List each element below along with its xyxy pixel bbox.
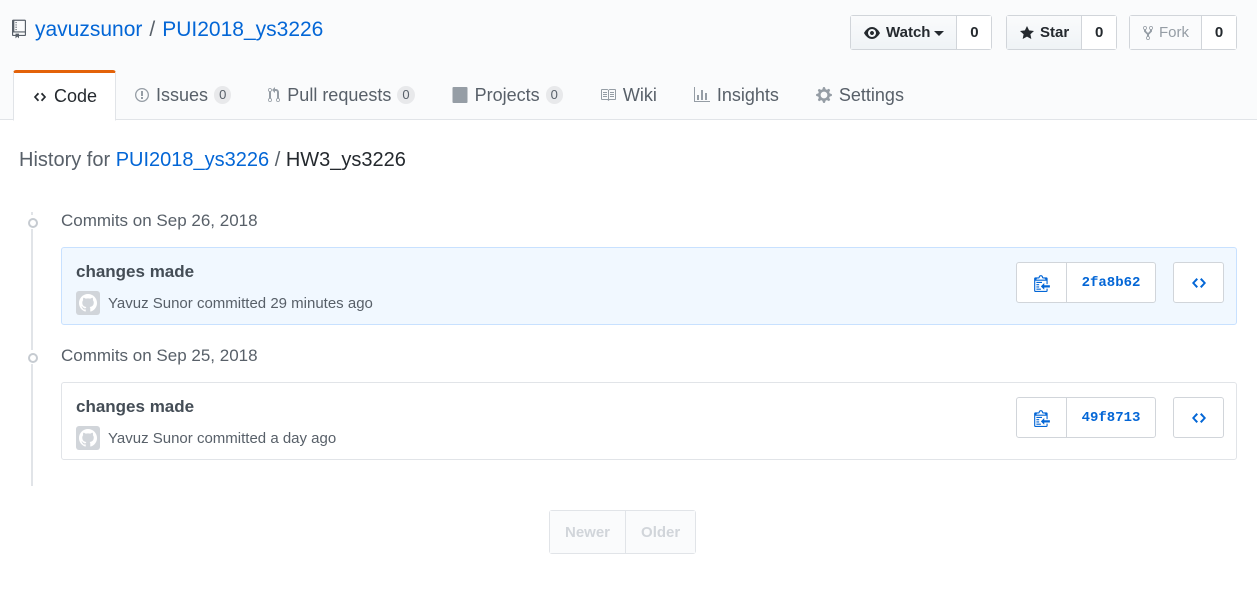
code-icon [1191,412,1206,423]
fork-label: Fork [1159,24,1189,41]
pagination: Newer Older [549,510,697,554]
history-separator: / [274,149,281,171]
repo-owner-link[interactable]: yavuzsunor [35,18,142,42]
issues-counter: 0 [214,86,232,104]
commit-item: changes made Yavuz Sunor committed a day… [61,382,1237,460]
repo-title: yavuzsunor / PUI2018_ys3226 [12,18,323,42]
commit-time: a day ago [270,429,337,447]
fork-icon [1143,25,1153,40]
history-repo-link[interactable]: PUI2018_ys3226 [116,149,269,171]
history-path: HW3_ys3226 [285,149,406,171]
octocat-icon [79,429,97,447]
commit-message-link[interactable]: changes made [76,262,194,282]
commit-sha-link[interactable]: 2fa8b62 [1067,263,1155,302]
tab-projects[interactable]: Projects 0 [433,70,581,120]
tab-pull-requests[interactable]: Pull requests 0 [249,70,432,120]
repo-name-link[interactable]: PUI2018_ys3226 [162,18,323,42]
commit-item: changes made Yavuz Sunor committed 29 mi… [61,247,1237,325]
commit-author[interactable]: Yavuz Sunor [108,430,193,447]
project-icon [452,87,468,103]
clippy-icon [1033,409,1050,427]
tab-wiki[interactable]: Wiki [581,70,675,120]
tab-code-label: Code [54,86,98,106]
tab-insights-label: Insights [716,84,779,105]
repo-path-separator: / [149,18,156,41]
star-button-group: Star 0 [1006,15,1118,50]
tab-code[interactable]: Code [13,70,117,121]
copy-sha-button[interactable] [1017,263,1067,302]
sha-button-group: 2fa8b62 [1016,262,1156,303]
commit-action: committed [196,429,267,447]
tab-settings[interactable]: Settings [797,70,922,120]
commit-action: committed [196,294,267,312]
pull-request-icon [268,87,281,103]
newer-button[interactable]: Newer [550,511,626,553]
commit-group-title: Commits on Sep 26, 2018 [61,211,258,230]
sha-button-group: 49f8713 [1016,397,1156,438]
timeline-line [31,212,33,486]
eye-icon [864,26,880,39]
star-icon [1020,25,1034,39]
book-icon [600,89,616,101]
projects-counter: 0 [545,86,563,104]
commit-group-icon [25,215,39,229]
star-count[interactable]: 0 [1082,16,1117,49]
commit-author[interactable]: Yavuz Sunor [108,295,193,312]
commit-meta: Yavuz Sunor committed 29 minutes ago [76,291,373,315]
commit-message-link[interactable]: changes made [76,397,194,417]
tab-projects-label: Projects [474,84,540,105]
avatar[interactable] [76,426,100,450]
octocat-icon [79,294,97,312]
history-prefix: History for [19,149,111,171]
tab-pull-requests-label: Pull requests [287,84,392,105]
browse-repo-button[interactable] [1173,262,1224,303]
browse-repo-button[interactable] [1173,397,1224,438]
tab-issues[interactable]: Issues 0 [116,70,249,120]
fork-button-group: Fork 0 [1129,15,1237,50]
star-label: Star [1040,24,1070,41]
clippy-icon [1033,274,1050,292]
watch-count[interactable]: 0 [957,16,992,49]
watch-button-group: Watch 0 [850,15,993,50]
repo-header: yavuzsunor / PUI2018_ys3226 Watch 0 Star… [0,0,1257,121]
copy-sha-button[interactable] [1017,398,1067,437]
tab-insights[interactable]: Insights [675,70,797,120]
commit-group-icon [25,350,39,364]
tab-settings-label: Settings [838,84,904,105]
pull-requests-counter: 0 [397,86,415,104]
repo-nav-tabs: Code Issues 0 Pull requests 0 Projects 0… [13,70,922,121]
tab-issues-label: Issues [156,84,209,105]
fork-button[interactable]: Fork [1130,16,1202,49]
repo-icon [12,19,28,41]
gear-icon [816,87,832,103]
watch-button[interactable]: Watch [851,16,958,49]
commit-meta: Yavuz Sunor committed a day ago [76,426,336,450]
caret-down-icon [934,30,945,36]
code-icon [1191,277,1206,288]
older-button[interactable]: Older [625,511,696,553]
history-title: History for PUI2018_ys3226 / HW3_ys3226 [19,149,406,172]
commit-sha-link[interactable]: 49f8713 [1067,398,1155,437]
avatar[interactable] [76,291,100,315]
tab-wiki-label: Wiki [622,84,657,105]
fork-count[interactable]: 0 [1202,16,1236,49]
code-icon [33,92,47,101]
star-button[interactable]: Star [1007,16,1083,49]
graph-icon [693,87,710,102]
issue-icon [135,88,150,102]
commit-group-title: Commits on Sep 25, 2018 [61,346,258,365]
watch-label: Watch [886,24,931,41]
commit-time: 29 minutes ago [270,294,373,312]
